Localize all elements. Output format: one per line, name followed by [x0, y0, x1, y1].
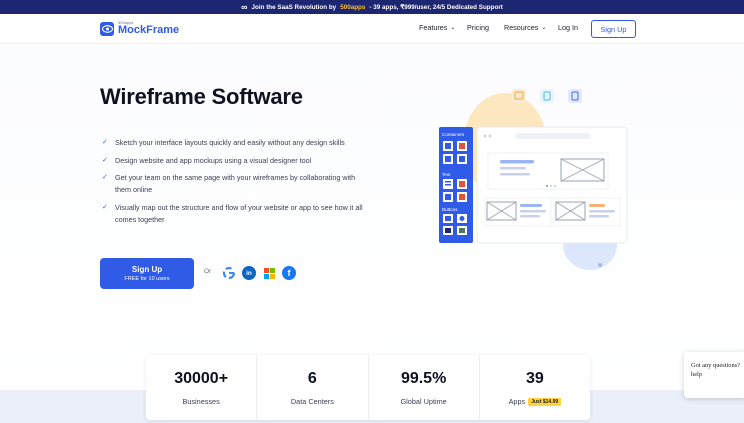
stat-value: 6: [307, 370, 317, 387]
chat-widget[interactable]: Got any questions? help: [684, 352, 744, 398]
chevron-down-icon: ⌄: [450, 25, 456, 31]
chevron-down-icon: ⌄: [541, 25, 547, 31]
facebook-icon[interactable]: f: [282, 266, 296, 280]
stat-label: Data Centers: [290, 397, 334, 406]
banner-suffix: - 39 apps, ₹999/user, 24/5 Dedicated Sup…: [369, 3, 503, 11]
feature-item: ✓ Sketch your interface layouts quickly a…: [102, 137, 370, 149]
google-icon[interactable]: [222, 266, 236, 280]
stat-label: Apps: [508, 397, 526, 406]
chat-line-2: help: [691, 371, 703, 378]
chat-line-1: Got any questions?: [691, 362, 740, 369]
price-badge: Just $14.99: [528, 397, 562, 406]
nav-pricing[interactable]: Pricing: [467, 23, 489, 32]
site-header: 500apps MockFrame Features ⌄ Pricing Res…: [0, 14, 744, 44]
feature-text: Visually map out the structure and flow …: [115, 202, 363, 224]
promo-banner[interactable]: ∞ Join the SaaS Revolution by 500apps - …: [0, 0, 744, 14]
logo-name: MockFrame: [118, 24, 180, 36]
panel-section-text: Text: [442, 172, 451, 177]
nav-resources-label: Resources: [504, 23, 539, 32]
hero-title: Wireframe Software: [100, 84, 303, 109]
stat-label: Businesses: [182, 397, 220, 406]
check-icon: ✓: [102, 156, 108, 164]
panel-section-containers: Containers: [442, 132, 465, 137]
feature-list: ✓ Sketch your interface layouts quickly a…: [102, 137, 370, 231]
hero-signup-button[interactable]: Sign Up FREE for 10 users: [100, 258, 194, 289]
feature-text: Sketch your interface layouts quickly an…: [115, 138, 345, 147]
stat-value: 99.5%: [400, 370, 447, 387]
eye-logo-icon: [100, 21, 114, 36]
stat-value: 39: [525, 370, 544, 387]
nav-login-label: Log In: [558, 23, 578, 32]
stat-apps: 39 Apps Just $14.99: [480, 355, 590, 420]
linkedin-icon[interactable]: in: [242, 266, 256, 280]
wireframe-illustration: Containers Text Buttons: [430, 80, 640, 280]
panel-section-buttons: Buttons: [442, 207, 458, 212]
cta-main-label: Sign Up: [131, 265, 163, 274]
cta-sub-label: FREE for 10 users: [124, 276, 170, 282]
nav-pricing-label: Pricing: [467, 23, 489, 32]
banner-brand[interactable]: 500apps: [340, 4, 365, 11]
stat-label: Global Uptime: [400, 397, 447, 406]
check-icon: ✓: [102, 174, 108, 181]
logo[interactable]: 500apps MockFrame: [100, 21, 179, 36]
stats-card: 30000+ Businesses 6 Data Centers 99.5% G…: [146, 355, 590, 420]
stat-value: 30000+: [174, 370, 229, 387]
banner-prefix: Join the SaaS Revolution by: [251, 3, 337, 11]
stat-data-centers: 6 Data Centers: [257, 355, 369, 420]
check-icon: ✓: [102, 203, 108, 211]
feature-text: Get your team on the same page with your…: [115, 173, 356, 194]
nav-features-label: Features: [419, 23, 448, 32]
microsoft-icon[interactable]: [262, 266, 276, 280]
feature-item: ✓ Visually map out the structure and flow…: [102, 202, 370, 226]
or-label: Or: [204, 268, 212, 275]
nav-login[interactable]: Log In: [558, 23, 578, 32]
check-icon: ✓: [102, 139, 108, 146]
nav-features[interactable]: Features ⌄: [419, 23, 455, 32]
nav-resources[interactable]: Resources ⌄: [504, 23, 546, 32]
header-signup-button[interactable]: Sign Up: [591, 20, 636, 38]
feature-text: Design website and app mockups using a v…: [115, 155, 312, 165]
stat-businesses: 30000+ Businesses: [146, 355, 258, 420]
stat-uptime: 99.5% Global Uptime: [369, 355, 480, 420]
infinity-icon: ∞: [241, 1, 248, 12]
feature-item: ✓ Design website and app mockups using a …: [102, 155, 370, 167]
feature-item: ✓ Get your team on the same page with you…: [102, 172, 370, 196]
